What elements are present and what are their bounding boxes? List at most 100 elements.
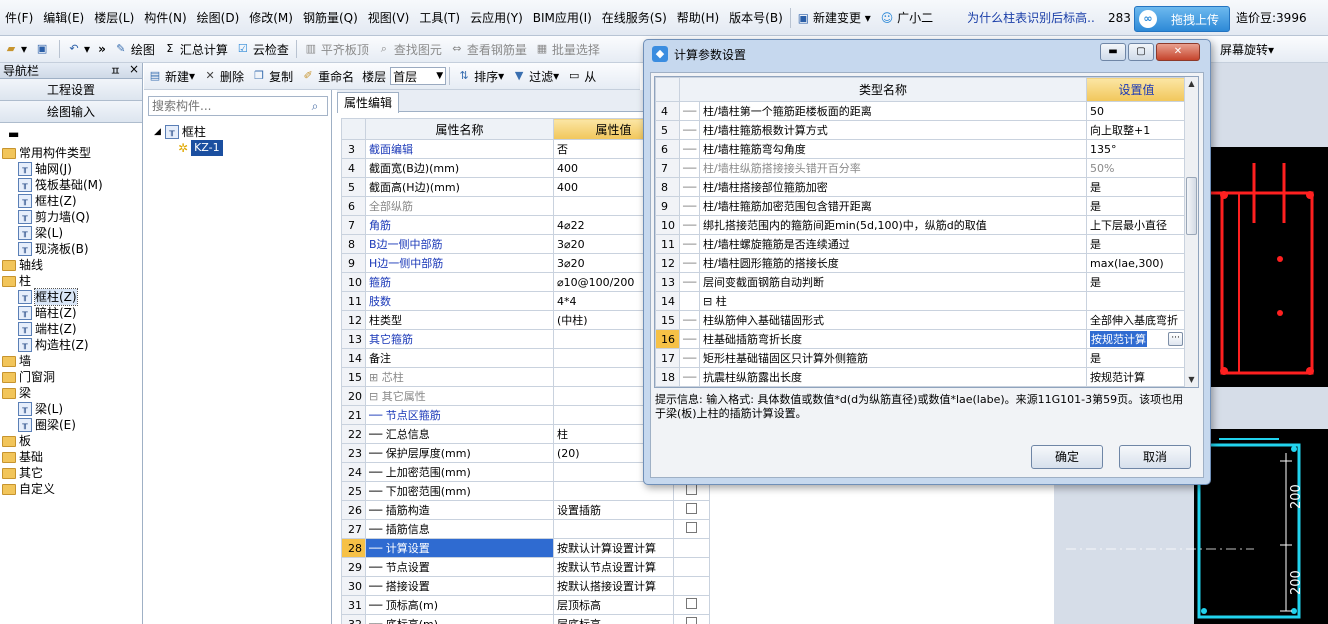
ok-button[interactable]: 确定	[1031, 445, 1103, 469]
property-value[interactable]: 层底标高	[553, 614, 674, 624]
attach-checkbox[interactable]	[686, 598, 697, 609]
pin-icon[interactable]: ㅍ	[110, 62, 121, 79]
view-rebar-button[interactable]: ⇔ 查看钢筋量	[446, 37, 531, 62]
nav-tree-item[interactable]: 墙	[0, 353, 142, 369]
param-value[interactable]: 50	[1086, 101, 1188, 121]
nav-tree-item[interactable]: ╥ 圈梁(E)	[0, 417, 142, 433]
menu-view[interactable]: 视图(V)	[363, 0, 415, 36]
nav-tree-item[interactable]: 常用构件类型	[0, 145, 142, 161]
params-row[interactable]: 17 ── 矩形柱基础锚固区只计算外侧箍筋是	[655, 348, 1188, 368]
scroll-down-icon[interactable]: ▼	[1185, 373, 1198, 387]
params-row[interactable]: 13 ── 层间变截面钢筋自动判断是	[655, 272, 1188, 292]
property-value[interactable]: 按默认搭接设置计算	[553, 576, 674, 596]
ellipsis-button[interactable]: ···	[1168, 332, 1184, 346]
params-row[interactable]: 5 ── 柱/墙柱箍筋根数计算方式 向上取整+1	[655, 120, 1188, 140]
nav-tree-item[interactable]: ╥ 剪力墙(Q)	[0, 209, 142, 225]
menu-bim[interactable]: BIM应用(I)	[528, 0, 597, 36]
param-value[interactable]: 全部伸入基底弯折	[1086, 310, 1188, 330]
param-value[interactable]: 是	[1086, 348, 1188, 368]
attach-checkbox[interactable]	[686, 617, 697, 624]
nav-tree-item[interactable]: ╥ 端柱(Z)	[0, 321, 142, 337]
param-value[interactable]: 按规范计算 ···	[1086, 329, 1188, 349]
property-value[interactable]: 按默认节点设置计算	[553, 557, 674, 577]
nav-tree-item[interactable]: ╥ 轴网(J)	[0, 161, 142, 177]
menu-component[interactable]: 构件(N)	[139, 0, 191, 36]
menu-cloud[interactable]: 云应用(Y)	[465, 0, 528, 36]
close-icon[interactable]: ×	[129, 62, 139, 79]
component-search-input[interactable]	[149, 97, 305, 115]
menu-edit[interactable]: 编辑(E)	[38, 0, 89, 36]
scroll-thumb[interactable]	[1186, 177, 1197, 235]
property-value[interactable]: 层顶标高	[553, 595, 674, 615]
params-row[interactable]: 14 ⊟ 柱	[655, 291, 1188, 311]
cancel-button[interactable]: 取消	[1119, 445, 1191, 469]
nav-tree-item[interactable]: 其它	[0, 465, 142, 481]
toolbar-overflow[interactable]: »	[94, 37, 110, 62]
param-value[interactable]: 是	[1086, 272, 1188, 292]
cloud-check-button[interactable]: ☑ 云检查	[232, 37, 293, 62]
params-row[interactable]: 15 ── 柱纵筋伸入基础锚固形式 全部伸入基底弯折	[655, 310, 1188, 330]
param-value[interactable]: 按规范计算	[1086, 367, 1188, 387]
attach-checkbox[interactable]	[686, 522, 697, 533]
property-value[interactable]	[553, 519, 674, 539]
from-button[interactable]: ▭ 从	[563, 64, 600, 89]
params-row[interactable]: 18 ── 抗震柱纵筋露出长度 按规范计算	[655, 367, 1188, 387]
nav-tree-item[interactable]: 轴线	[0, 257, 142, 273]
tab-property-edit[interactable]: 属性编辑	[337, 92, 400, 113]
params-row[interactable]: 10 ── 绑扎搭接范围内的箍筋间距min(5d,100)中，纵筋d的取值 上下层最小…	[655, 215, 1188, 235]
params-row[interactable]: 12 ── 柱/墙柱圆形箍筋的搭接长度 max(lae,300)	[655, 253, 1188, 273]
attach-checkbox[interactable]	[686, 484, 697, 495]
menu-rebar-quantity[interactable]: 钢筋量(Q)	[298, 0, 363, 36]
minimize-button[interactable]: ▬	[1100, 43, 1126, 61]
nav-tree-item[interactable]: 板	[0, 433, 142, 449]
param-value[interactable]: 135°	[1086, 139, 1188, 159]
close-button[interactable]: ✕	[1156, 43, 1200, 61]
nav-tree-item[interactable]: ╥ 暗柱(Z)	[0, 305, 142, 321]
param-value[interactable]	[1086, 291, 1188, 311]
params-row[interactable]: 9 ── 柱/墙柱箍筋加密范围包含错开距离是	[655, 196, 1188, 216]
draw-input-button[interactable]: 绘图输入	[0, 101, 142, 123]
component-root[interactable]: ◢ ╥ 框柱	[154, 124, 223, 140]
find-element-button[interactable]: ⌕ 查找图元	[373, 37, 446, 62]
param-value[interactable]: 是	[1086, 196, 1188, 216]
menu-online[interactable]: 在线服务(S)	[597, 0, 672, 36]
assistant-button[interactable]: ☺ 广小二	[876, 0, 938, 36]
param-value[interactable]: 是	[1086, 234, 1188, 254]
params-row[interactable]: 7 ── 柱/墙柱纵筋搭接接头错开百分率 50%	[655, 158, 1188, 178]
property-row[interactable]: 31 ── 顶标高(m) 层顶标高	[341, 595, 710, 615]
project-settings-button[interactable]: 工程设置	[0, 79, 142, 101]
param-value[interactable]: 上下层最小直径	[1086, 215, 1188, 235]
save-button[interactable]: ▣	[31, 37, 56, 62]
filter-button[interactable]: ▼ 过滤 ▾	[508, 64, 563, 89]
params-scrollbar[interactable]: ▲ ▼	[1184, 77, 1198, 387]
nav-tree-item[interactable]: 梁	[0, 385, 142, 401]
component-item[interactable]: ✲ KZ-1	[178, 140, 223, 156]
sort-button[interactable]: ⇅ 排序 ▾	[453, 64, 508, 89]
search-icon[interactable]: ⌕	[305, 99, 325, 114]
param-value[interactable]: max(lae,300)	[1086, 253, 1188, 273]
menu-file[interactable]: 件(F)	[0, 0, 38, 36]
property-value[interactable]: 按默认计算设置计算	[553, 538, 674, 558]
property-value[interactable]: 设置插筋	[553, 500, 674, 520]
floor-select[interactable]: 首层 ▼	[390, 67, 447, 85]
undo-button[interactable]: ↶ ▾	[63, 37, 94, 62]
params-row[interactable]: 6 ── 柱/墙柱箍筋弯勾角度 135°	[655, 139, 1188, 159]
delete-button[interactable]: ✕ 删除	[199, 64, 248, 89]
menu-tools[interactable]: 工具(T)	[414, 0, 465, 36]
menu-draw[interactable]: 绘图(D)	[192, 0, 245, 36]
upload-button[interactable]: ∞ 拖拽上传	[1134, 6, 1230, 32]
property-row[interactable]: 29 ── 节点设置 按默认节点设置计算	[341, 557, 710, 577]
nav-tree-item[interactable]: ╥ 梁(L)	[0, 225, 142, 241]
property-row[interactable]: 32── 底标高(m)层底标高	[341, 614, 710, 624]
param-value[interactable]: 向上取整+1	[1086, 120, 1188, 140]
param-value-editor[interactable]: 按规范计算 ···	[1090, 331, 1184, 347]
question-link[interactable]: 为什么柱表识别后标高..	[962, 0, 1100, 36]
nav-tree-item[interactable]: 门窗洞	[0, 369, 142, 385]
batch-select-button[interactable]: ▦ 批量选择	[531, 37, 604, 62]
nav-tree-item[interactable]: ╥ 框柱(Z)	[0, 288, 142, 306]
attach-checkbox[interactable]	[686, 503, 697, 514]
copy-button[interactable]: ❐ 复制	[248, 64, 297, 89]
nav-tree-item[interactable]: ╥ 现浇板(B)	[0, 241, 142, 257]
param-value[interactable]: 50%	[1086, 158, 1188, 178]
collapse-all-icon[interactable]: ▬	[0, 123, 142, 145]
